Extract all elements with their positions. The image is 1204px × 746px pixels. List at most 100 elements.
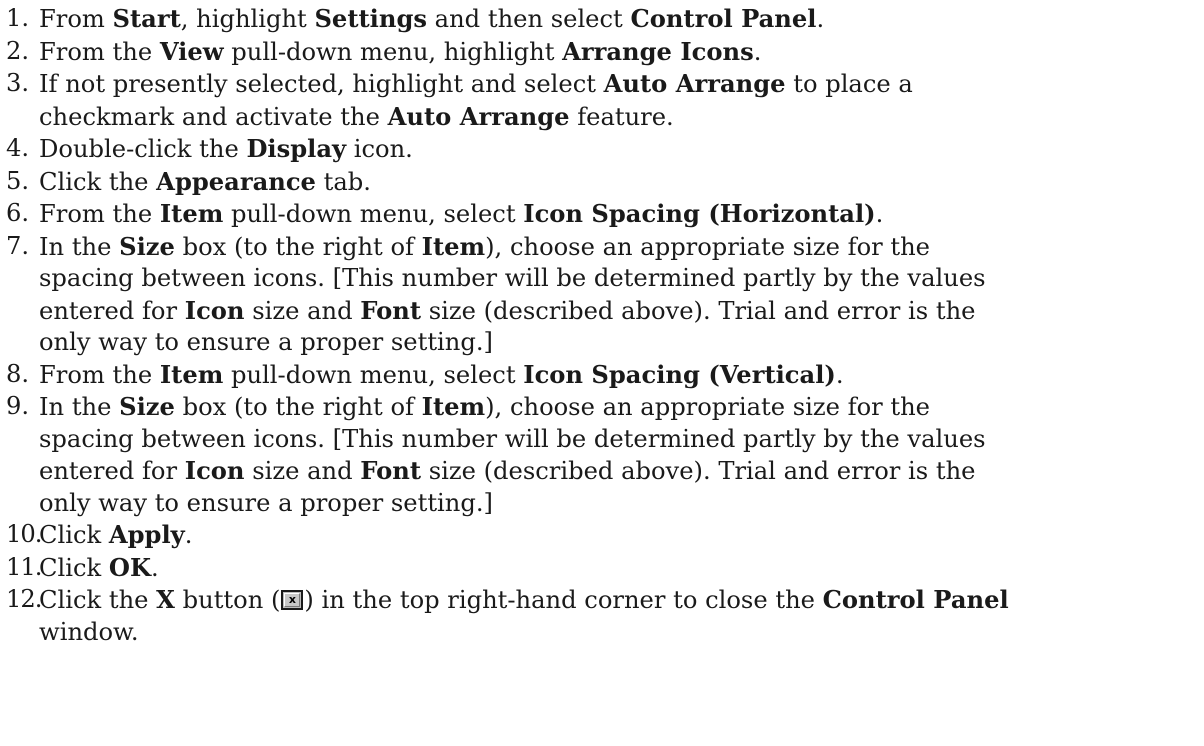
- step-text-line: entered for Icon size and Font size (des…: [39, 455, 1204, 488]
- instruction-step: 7. In the Size box (to the right of Item)…: [6, 231, 1204, 359]
- text-run: ), choose an appropriate size for the: [485, 232, 930, 261]
- bold-term: Icon Spacing (Vertical): [523, 359, 836, 389]
- text-run: In the: [39, 232, 120, 261]
- text-run: to place a: [785, 70, 913, 98]
- bold-term: Size: [119, 392, 175, 421]
- step-number: 6.: [6, 199, 30, 227]
- bold-term: Font: [360, 456, 422, 485]
- bold-term: Start: [112, 4, 181, 33]
- bold-term: Icon: [184, 456, 245, 485]
- text-run: box (to the right of: [174, 393, 422, 421]
- bold-term: Control Panel: [630, 4, 817, 33]
- bold-term: Display: [246, 134, 347, 163]
- bold-term: Auto Arrange: [603, 69, 786, 98]
- text-run: , highlight: [180, 5, 315, 33]
- instruction-step: 4. Double-click the Display icon.: [6, 133, 1204, 166]
- text-run: only way to ensure a proper setting.]: [39, 488, 493, 517]
- text-run: .: [150, 553, 159, 582]
- step-text-line: spacing between icons. [This number will…: [39, 424, 1204, 456]
- text-run: only way to ensure a proper setting.]: [39, 328, 493, 356]
- text-run: tab.: [315, 167, 371, 196]
- bold-term: Settings: [314, 4, 427, 33]
- bold-term: Item: [421, 231, 486, 261]
- step-text-line: Click the X button (x) in the top right-…: [39, 584, 1204, 617]
- step-text-line: If not presently selected, highlight and…: [39, 68, 1204, 101]
- step-number: 5.: [6, 166, 30, 195]
- step-text-line: spacing between icons. [This number will…: [39, 263, 1204, 295]
- step-number: 8.: [6, 359, 30, 388]
- bold-term: Font: [360, 295, 422, 325]
- step-number: 9.: [6, 392, 30, 420]
- step-text-line: Click the Appearance tab.: [39, 166, 1204, 199]
- bold-term: Auto Arrange: [387, 101, 570, 131]
- bold-term: View: [159, 36, 224, 66]
- close-glyph: x: [288, 593, 296, 606]
- instruction-step: 11. Click OK.: [6, 552, 1204, 585]
- instruction-step: 2. From the View pull-down menu, highligh…: [6, 36, 1204, 69]
- instruction-list: 1. From Start, highlight Settings and the…: [0, 0, 1204, 746]
- step-text-line: From the View pull-down menu, highlight …: [39, 36, 1204, 69]
- text-run: spacing between icons. [This number will…: [39, 264, 986, 292]
- bold-term: Item: [159, 359, 224, 389]
- step-text-line: From the Item pull-down menu, select Ico…: [39, 198, 1204, 231]
- step-text-line: From the Item pull-down menu, select Ico…: [39, 359, 1204, 392]
- text-run: size and: [244, 457, 361, 485]
- text-run: ) in the top right-hand corner to close …: [304, 586, 823, 614]
- text-run: Click the: [39, 586, 157, 614]
- step-number: 11.: [6, 552, 42, 581]
- text-run: .: [816, 5, 825, 33]
- text-run: size (described above). Trial and error …: [421, 296, 976, 325]
- text-run: icon.: [346, 135, 413, 163]
- bold-term: Size: [119, 231, 175, 261]
- text-run: From the: [39, 360, 160, 389]
- step-text-line: Click OK.: [39, 552, 1204, 585]
- bold-term: Item: [421, 392, 486, 421]
- bold-term: Arrange Icons: [562, 36, 754, 66]
- instruction-step: 6. From the Item pull-down menu, select I…: [6, 198, 1204, 231]
- step-text-line: window.: [39, 617, 1204, 649]
- instruction-step: 9. In the Size box (to the right of Item)…: [6, 391, 1204, 519]
- bold-term: Icon Spacing (Horizontal): [523, 199, 876, 228]
- step-text-line: checkmark and activate the Auto Arrange …: [39, 101, 1204, 134]
- text-run: window.: [39, 617, 139, 646]
- text-run: Click: [39, 553, 109, 582]
- text-run: .: [835, 360, 844, 389]
- text-run: and then select: [426, 5, 631, 33]
- bold-term: Control Panel: [822, 585, 1009, 614]
- step-number: 4.: [6, 134, 30, 162]
- bold-term: Apply: [108, 520, 185, 549]
- text-run: From: [39, 5, 113, 33]
- step-text-line: only way to ensure a proper setting.]: [39, 327, 1204, 359]
- close-button-icon: x: [281, 590, 304, 610]
- step-text-line: In the Size box (to the right of Item), …: [39, 391, 1204, 424]
- text-run: .: [875, 200, 884, 228]
- step-text-line: entered for Icon size and Font size (des…: [39, 295, 1204, 328]
- bold-term: X: [156, 585, 175, 614]
- step-number: 2.: [6, 36, 30, 65]
- text-run: spacing between icons. [This number will…: [39, 424, 986, 453]
- step-number: 12.: [6, 585, 42, 613]
- text-run: If not presently selected, highlight and…: [39, 70, 604, 98]
- step-number: 7.: [6, 231, 30, 260]
- instruction-step: 8. From the Item pull-down menu, select I…: [6, 359, 1204, 392]
- bold-term: OK: [108, 552, 151, 582]
- text-run: Double-click the: [39, 135, 247, 163]
- text-run: pull-down menu, select: [223, 360, 524, 389]
- step-number: 3.: [6, 69, 30, 97]
- bold-term: Icon: [184, 295, 245, 325]
- text-run: pull-down menu, select: [223, 200, 524, 228]
- step-text-line: Click Apply.: [39, 519, 1204, 552]
- instruction-step: 1. From Start, highlight Settings and the…: [6, 3, 1204, 36]
- step-number: 1.: [6, 4, 30, 32]
- text-run: size and: [244, 296, 361, 325]
- text-run: Click the: [39, 167, 157, 196]
- text-run: box (to the right of: [174, 232, 422, 261]
- step-text-line: From Start, highlight Settings and then …: [39, 3, 1204, 36]
- text-run: Click: [39, 521, 109, 549]
- bold-term: Appearance: [156, 166, 316, 196]
- text-run: size (described above). Trial and error …: [421, 457, 976, 485]
- step-text-line: only way to ensure a proper setting.]: [39, 488, 1204, 520]
- step-text-line: In the Size box (to the right of Item), …: [39, 231, 1204, 264]
- text-run: In the: [39, 393, 120, 421]
- text-run: pull-down menu, highlight: [223, 37, 563, 66]
